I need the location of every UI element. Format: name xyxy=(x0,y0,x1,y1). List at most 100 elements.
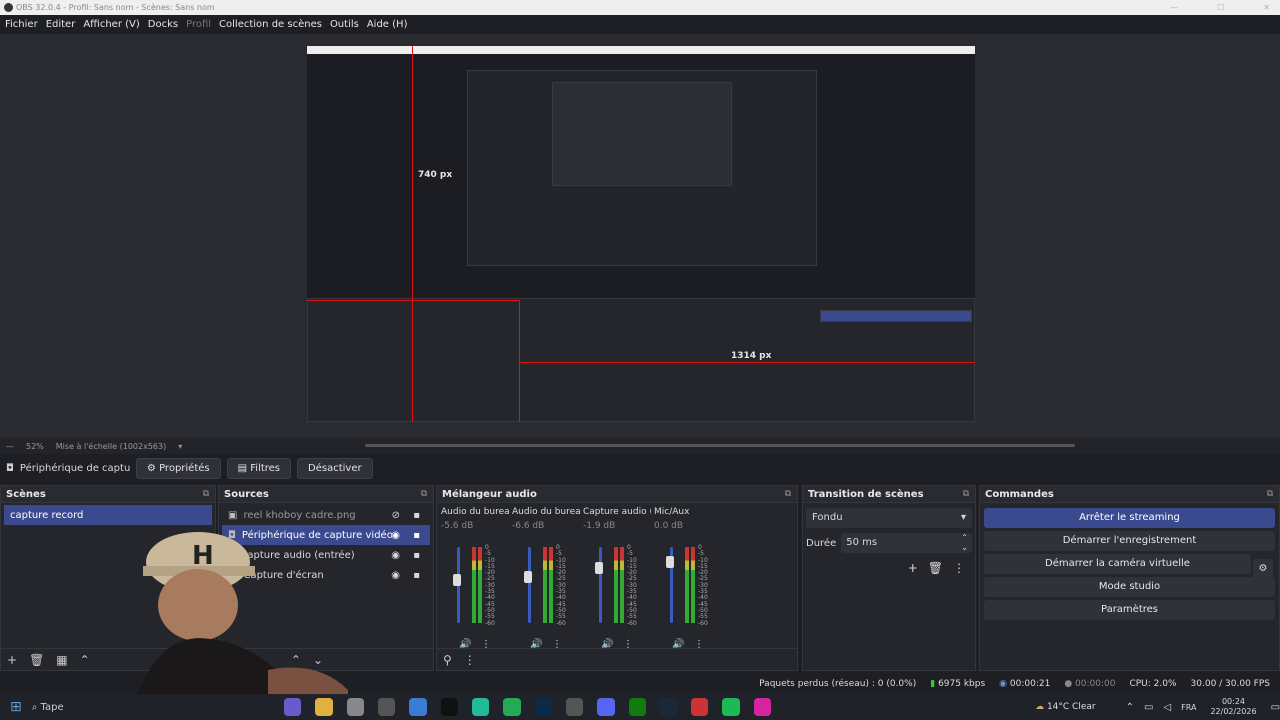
network-icon[interactable]: ▭ xyxy=(1144,702,1153,713)
level-meter xyxy=(543,547,547,623)
preview-source-content[interactable]: 740 px 1314 px xyxy=(307,46,975,422)
volume-fader[interactable] xyxy=(599,547,602,623)
folder-icon[interactable] xyxy=(315,698,333,716)
height-label: 740 px xyxy=(418,170,453,180)
app-icon[interactable] xyxy=(691,698,709,716)
command-button[interactable]: Mode studio xyxy=(984,577,1275,597)
steam-icon[interactable] xyxy=(659,698,678,716)
level-meter xyxy=(549,547,553,623)
store-icon[interactable] xyxy=(409,698,427,716)
db-tick: -60 xyxy=(485,619,495,627)
menu-item[interactable]: Profil xyxy=(186,19,211,30)
chevron-down-icon[interactable]: ▾ xyxy=(178,442,182,451)
eye-icon[interactable]: ◉ xyxy=(391,550,400,561)
close-icon[interactable]: ✕ xyxy=(1263,0,1270,15)
mixer-channel: Capture audio (ent -1.9 dB 0-5-10-15-20-25… xyxy=(583,507,653,657)
menu-item[interactable]: Docks xyxy=(148,19,178,30)
edge-icon[interactable] xyxy=(471,698,490,716)
properties-button[interactable]: ⚙ Propriétés xyxy=(135,457,221,479)
app-icon[interactable] xyxy=(378,698,396,716)
window-title: OBS 32.0.4 - Profil: Sans nom - Scènes: … xyxy=(16,3,215,12)
menu-item[interactable]: Outils xyxy=(330,19,359,30)
lock-icon[interactable]: ▪ xyxy=(413,510,420,521)
undock-icon[interactable]: ⧉ xyxy=(1267,486,1273,503)
undock-icon[interactable]: ⧉ xyxy=(785,486,791,503)
taskbar-search-text: Tape xyxy=(40,701,64,713)
title-bar: OBS 32.0.4 - Profil: Sans nom - Scènes: … xyxy=(0,0,1280,15)
lock-icon[interactable]: ▪ xyxy=(413,550,420,561)
windows-start-icon[interactable]: ⊞ xyxy=(10,699,22,715)
menu-item[interactable]: Fichier xyxy=(5,19,38,30)
tiktok-icon[interactable] xyxy=(440,698,458,716)
taskbar-search[interactable]: ⌕ Tape xyxy=(32,702,224,713)
fader-knob[interactable] xyxy=(524,571,532,583)
more-icon[interactable]: ⋮ xyxy=(464,653,476,667)
trash-icon[interactable]: 🗑 xyxy=(928,561,943,575)
notification-icon[interactable]: ▭ xyxy=(1271,702,1280,713)
lock-icon[interactable]: ▪ xyxy=(413,530,420,541)
spotify-icon[interactable] xyxy=(722,698,740,716)
menu-item[interactable]: Collection de scènes xyxy=(219,19,322,30)
deactivate-button[interactable]: Désactiver xyxy=(297,457,373,479)
add-scene-icon[interactable]: + xyxy=(7,653,17,667)
obs-icon[interactable] xyxy=(565,698,584,716)
zoom-out-icon[interactable]: — xyxy=(6,442,14,451)
transitions-dock: Transition de scènes ⧉ Fondu ▾ Durée 50 m… xyxy=(802,485,976,671)
zoom-mode[interactable]: Mise à l'échelle (1002x563) xyxy=(56,442,166,451)
eye-icon[interactable]: ◉ xyxy=(391,570,400,581)
add-transition-icon[interactable]: + xyxy=(908,561,918,575)
scenes-header: Scènes ⧉ xyxy=(1,486,215,503)
undock-icon[interactable]: ⧉ xyxy=(963,486,969,503)
copilot-icon[interactable] xyxy=(284,698,302,716)
preview-scrollbar[interactable] xyxy=(365,444,1075,447)
photoshop-icon[interactable] xyxy=(534,698,552,716)
tray-chevron-icon[interactable]: ⌃ xyxy=(1126,702,1134,713)
command-button[interactable]: Démarrer la caméra virtuelle xyxy=(984,554,1251,574)
instagram-icon[interactable] xyxy=(753,698,772,716)
eye-hidden-icon[interactable]: ⊘ xyxy=(392,510,400,521)
db-tick: -60 xyxy=(556,619,566,627)
menu-item[interactable]: Afficher (V) xyxy=(83,19,139,30)
filters-button[interactable]: ▤ Filtres xyxy=(226,457,292,479)
undock-icon[interactable]: ⧉ xyxy=(421,486,427,503)
filter-icon[interactable]: ▦ xyxy=(56,653,67,667)
weather-widget[interactable]: ☁ 14°C Clear xyxy=(1035,702,1096,712)
volume-icon[interactable]: ◁ xyxy=(1163,702,1171,713)
fader-knob[interactable] xyxy=(595,562,603,574)
command-button[interactable]: Arrêter le streaming xyxy=(984,508,1275,528)
language-indicator[interactable]: FRA xyxy=(1181,703,1196,712)
channel-db: 0.0 dB xyxy=(654,521,684,531)
rec-time: 00:00:00 xyxy=(1075,679,1116,689)
whatsapp-icon[interactable] xyxy=(503,698,521,716)
commands-title: Commandes xyxy=(985,489,1054,500)
undock-icon[interactable]: ⧉ xyxy=(203,486,209,503)
mixer-footer: ⚲ ⋮ xyxy=(437,648,797,670)
command-button[interactable]: Démarrer l'enregistrement xyxy=(984,531,1275,551)
minimize-icon[interactable]: — xyxy=(1170,0,1178,15)
xbox-icon[interactable] xyxy=(628,698,646,716)
menu-item[interactable]: Editer xyxy=(46,19,76,30)
menu-item[interactable]: Aide (H) xyxy=(367,19,408,30)
lock-icon[interactable]: ▪ xyxy=(413,570,420,581)
stream-time-display: ◉ 00:00:21 xyxy=(999,679,1050,689)
volume-fader[interactable] xyxy=(528,547,531,623)
eye-icon[interactable]: ◉ xyxy=(391,530,400,541)
windows-taskbar: ⊞ ⌕ Tape ☁ 14°C Clear ⌃ ▭ ◁ FRA 00:24 22… xyxy=(0,694,1280,720)
duration-input[interactable]: 50 ms ⌃ ⌄ xyxy=(841,533,972,553)
trash-icon[interactable]: 🗑 xyxy=(29,653,44,667)
fader-knob[interactable] xyxy=(453,574,461,586)
more-icon[interactable]: ⋮ xyxy=(953,561,965,575)
discord-icon[interactable] xyxy=(597,698,615,716)
clock[interactable]: 00:24 22/02/2026 xyxy=(1210,697,1256,717)
fader-knob[interactable] xyxy=(666,556,674,568)
link-icon[interactable]: ⚲ xyxy=(443,653,452,667)
transition-select[interactable]: Fondu ▾ xyxy=(806,508,972,528)
chevron-up-icon[interactable]: ⌃ xyxy=(80,653,90,667)
zoom-percent[interactable]: 52% xyxy=(26,442,44,451)
maximize-icon[interactable]: ☐ xyxy=(1217,0,1224,15)
app-icon[interactable] xyxy=(346,698,365,716)
spinner-icon[interactable]: ⌃ ⌄ xyxy=(961,533,968,553)
command-button[interactable]: Paramètres xyxy=(984,600,1275,620)
gear-icon[interactable]: ⚙ xyxy=(1253,559,1273,579)
transition-type: Fondu xyxy=(812,512,843,523)
